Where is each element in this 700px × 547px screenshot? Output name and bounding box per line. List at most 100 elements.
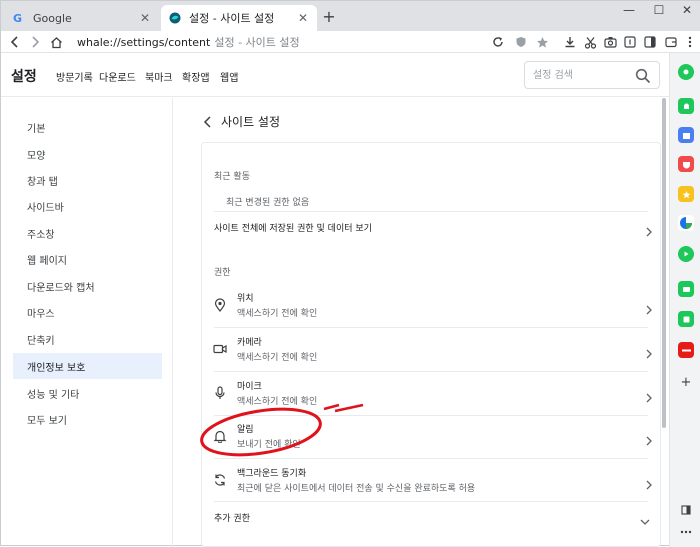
recent-empty-text: 최근 변경된 권한 없음 xyxy=(226,198,310,208)
back-arrow-icon[interactable] xyxy=(201,114,215,128)
wallet-icon[interactable] xyxy=(663,34,679,50)
chevron-right-icon xyxy=(644,222,654,237)
chevron-right-icon xyxy=(644,300,654,315)
reload-icon[interactable] xyxy=(490,34,506,50)
permission-camera[interactable]: 카메라 액세스하기 전에 확인 xyxy=(202,328,660,370)
blue-calendar-app-icon[interactable] xyxy=(678,127,694,143)
permission-name: 위치 xyxy=(237,294,254,304)
camera-icon xyxy=(213,341,227,355)
red-news-app-icon[interactable] xyxy=(678,342,694,358)
shield-icon[interactable] xyxy=(513,34,529,50)
new-tab-button[interactable]: + xyxy=(321,7,337,26)
panel-layout-icon[interactable] xyxy=(679,503,693,517)
sidebar-item-windows-tabs[interactable]: 창과 탭 xyxy=(13,167,162,193)
settings-search[interactable] xyxy=(524,61,660,89)
green-notification-app-icon[interactable] xyxy=(678,98,694,114)
permission-desc: 보내기 전에 확인 xyxy=(237,440,301,450)
toolbar: whale://settings/content 설정 - 사이트 설정 xyxy=(1,31,700,53)
tab-google[interactable]: G Google ✕ xyxy=(5,5,159,31)
download-icon[interactable] xyxy=(562,34,578,50)
site-settings-card: 최근 활동 최근 변경된 권한 없음 사이트 전체에 저장된 권한 및 데이터 … xyxy=(201,142,661,547)
nav-extensions[interactable]: 확장앱 xyxy=(182,69,210,84)
sidebar-item-web-page[interactable]: 웹 페이지 xyxy=(13,246,162,272)
chevron-right-icon xyxy=(644,431,654,446)
location-icon xyxy=(213,297,227,312)
view-all-site-data-row[interactable]: 사이트 전체에 저장된 권한 및 데이터 보기 xyxy=(202,212,660,242)
google-icon: G xyxy=(13,12,25,24)
search-input[interactable] xyxy=(533,68,633,82)
permission-background-sync[interactable]: 백그라운드 동기화 최근에 닫은 사이트에서 데이터 전송 및 수신을 완료하도… xyxy=(202,459,660,501)
additional-permissions-row[interactable]: 추가 권한 xyxy=(202,502,660,532)
nav-bookmarks[interactable]: 북마크 xyxy=(145,69,173,84)
settings-logo: 설정 xyxy=(11,69,37,85)
google-calendar-app-icon[interactable] xyxy=(678,215,694,231)
address-bar[interactable]: whale://settings/content 설정 - 사이트 설정 xyxy=(77,34,300,50)
forward-icon[interactable] xyxy=(26,33,44,51)
chevron-right-icon xyxy=(644,388,654,403)
permission-notifications[interactable]: 알림 보내기 전에 확인 xyxy=(202,415,660,457)
camera-capture-icon[interactable] xyxy=(602,34,618,50)
permission-microphone[interactable]: 마이크 액세스하기 전에 확인 xyxy=(202,372,660,414)
red-pocket-app-icon[interactable] xyxy=(678,156,694,172)
nav-history[interactable]: 방문기록 xyxy=(56,69,93,84)
maximize-button[interactable]: ☐ xyxy=(645,1,673,19)
close-icon[interactable]: ✕ xyxy=(295,10,311,26)
chevron-down-icon xyxy=(640,512,650,525)
whale-icon xyxy=(169,12,181,24)
view-all-site-data-label: 사이트 전체에 저장된 권한 및 데이터 보기 xyxy=(214,223,372,234)
bookmark-star-icon[interactable] xyxy=(534,34,550,50)
more-vertical-icon[interactable] xyxy=(682,34,698,50)
chevron-right-icon xyxy=(644,344,654,359)
permission-desc: 액세스하기 전에 확인 xyxy=(237,309,318,319)
tab-strip: G Google ✕ 설정 - 사이트 설정 ✕ + — ☐ ✕ xyxy=(1,1,700,31)
svg-text:G: G xyxy=(13,12,22,24)
sidebar-toggle-icon[interactable] xyxy=(642,34,658,50)
green-circle-app-icon[interactable] xyxy=(678,64,694,80)
sidebar-item-show-all[interactable]: 모두 보기 xyxy=(13,406,162,432)
yellow-star-app-icon[interactable] xyxy=(678,186,694,202)
url-page-title: 설정 - 사이트 설정 xyxy=(214,36,300,49)
sidebar-item-performance[interactable]: 성능 및 기타 xyxy=(13,380,162,406)
green-chat-app-icon[interactable] xyxy=(678,281,694,297)
more-horizontal-icon[interactable] xyxy=(679,525,693,539)
sidebar-item-basic[interactable]: 기본 xyxy=(13,114,162,140)
permissions-label: 권한 xyxy=(214,268,231,278)
permission-desc: 액세스하기 전에 확인 xyxy=(237,397,318,407)
close-window-button[interactable]: ✕ xyxy=(673,1,700,19)
sidebar-item-shortcuts[interactable]: 단축키 xyxy=(13,326,162,352)
scrollbar-thumb[interactable] xyxy=(662,98,666,428)
nav-webapps[interactable]: 웹앱 xyxy=(220,69,238,84)
permission-name: 카메라 xyxy=(237,338,262,348)
permission-name: 마이크 xyxy=(237,382,262,392)
green-square-app-icon[interactable] xyxy=(678,311,694,327)
whale-sidebar-panel: + xyxy=(669,53,700,547)
sidebar-item-address-bar[interactable]: 주소창 xyxy=(13,220,162,246)
tab-settings[interactable]: 설정 - 사이트 설정 ✕ xyxy=(161,5,317,31)
minimize-button[interactable]: — xyxy=(615,1,643,19)
page-header: 사이트 설정 xyxy=(201,111,280,131)
permission-name: 백그라운드 동기화 xyxy=(237,469,307,479)
recent-activity-label: 최근 활동 xyxy=(214,172,250,182)
sync-icon xyxy=(213,472,227,486)
reader-mode-icon[interactable] xyxy=(622,34,638,50)
sidebar-item-download-capture[interactable]: 다운로드와 캡처 xyxy=(13,273,162,299)
scrollbar[interactable] xyxy=(661,98,667,547)
sidebar-item-privacy[interactable]: 개인정보 보호 xyxy=(13,353,162,379)
sidebar-item-sidebar[interactable]: 사이드바 xyxy=(13,193,162,219)
add-app-icon[interactable]: + xyxy=(678,374,694,390)
page-title: 사이트 설정 xyxy=(221,114,281,129)
microphone-icon xyxy=(213,385,227,399)
back-icon[interactable] xyxy=(6,33,24,51)
nav-downloads[interactable]: 다운로드 xyxy=(99,69,136,84)
settings-header: 설정 방문기록 다운로드 북마크 확장앱 웹앱 xyxy=(1,53,669,97)
sidebar-item-appearance[interactable]: 모양 xyxy=(13,141,162,167)
permission-location[interactable]: 위치 액세스하기 전에 확인 xyxy=(202,284,660,326)
additional-permissions-label: 추가 권한 xyxy=(214,513,250,524)
url-text: whale://settings/content xyxy=(77,36,211,49)
home-icon[interactable] xyxy=(47,33,65,51)
search-icon[interactable] xyxy=(635,68,651,84)
sidebar-item-mouse[interactable]: 마우스 xyxy=(13,299,162,325)
scissors-icon[interactable] xyxy=(582,34,598,50)
play-app-icon[interactable] xyxy=(678,246,694,262)
close-icon[interactable]: ✕ xyxy=(137,10,153,26)
